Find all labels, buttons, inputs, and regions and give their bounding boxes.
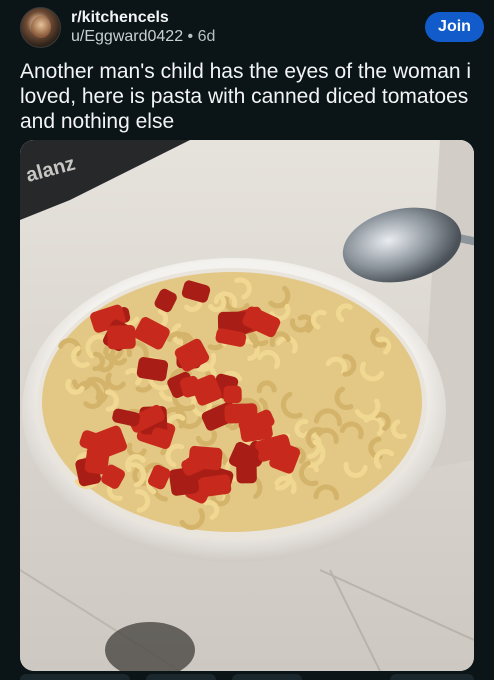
avatar-image [31, 16, 51, 38]
post-image[interactable]: alanz [20, 140, 474, 671]
post-header: r/kitchencels u/Eggward0422 • 6d Join [0, 0, 494, 56]
join-button[interactable]: Join [425, 12, 484, 42]
award-pill[interactable] [232, 674, 302, 680]
post-meta: u/Eggward0422 • 6d [71, 28, 215, 46]
action-bar [0, 674, 494, 680]
share-pill[interactable] [390, 674, 474, 680]
pasta-bowl-photo: alanz [20, 140, 474, 671]
subreddit-name[interactable]: r/kitchencels [71, 9, 169, 27]
author-username[interactable]: u/Eggward0422 [71, 28, 183, 45]
subreddit-avatar[interactable] [20, 7, 61, 48]
post-title[interactable]: Another man's child has the eyes of the … [20, 59, 480, 134]
vote-pill[interactable] [20, 674, 130, 680]
meta-separator: • [187, 28, 194, 45]
comments-pill[interactable] [146, 674, 216, 680]
post-age: 6d [197, 28, 216, 45]
